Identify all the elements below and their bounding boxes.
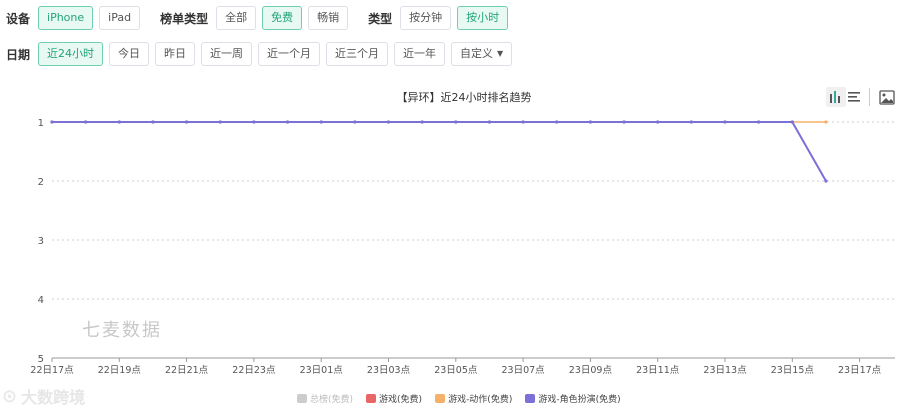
- x-tick-label: 23日11点: [636, 365, 680, 376]
- legend-item-games[interactable]: 游戏(免费): [366, 392, 422, 405]
- legend-label-games: 游戏(免费): [379, 395, 423, 405]
- data-point[interactable]: [454, 120, 458, 124]
- chart-legend: 总榜(免费) 游戏(免费) 游戏-动作(免费) 游戏-角色扮演(免费): [297, 392, 634, 405]
- legend-label-overall: 总榜(免费): [310, 395, 354, 405]
- data-point[interactable]: [319, 120, 323, 124]
- x-tick-label: 23日03点: [367, 365, 411, 376]
- data-point[interactable]: [117, 120, 121, 124]
- x-tick-label: 23日05点: [434, 365, 478, 376]
- watermark: 七麦数据: [82, 320, 162, 341]
- data-point[interactable]: [824, 179, 828, 183]
- y-tick-label: 2: [38, 177, 44, 188]
- x-tick-label: 23日01点: [300, 365, 344, 376]
- data-point[interactable]: [420, 120, 424, 124]
- brand-text: 大数跨境: [21, 388, 86, 407]
- series-line-3: [52, 121, 827, 182]
- data-point[interactable]: [622, 120, 626, 124]
- y-tick-label: 5: [38, 354, 44, 365]
- y-tick-label: 1: [38, 118, 44, 129]
- data-point[interactable]: [521, 120, 525, 124]
- data-point[interactable]: [252, 120, 256, 124]
- data-point[interactable]: [218, 120, 222, 124]
- data-point[interactable]: [386, 120, 391, 124]
- x-tick-label: 22日19点: [98, 365, 142, 376]
- data-point[interactable]: [689, 120, 693, 124]
- data-point[interactable]: [487, 120, 492, 124]
- legend-label-games-rpg: 游戏-角色扮演(免费): [538, 395, 621, 405]
- data-point[interactable]: [84, 120, 88, 124]
- data-point[interactable]: [50, 120, 54, 124]
- legend-swatch-overall: [297, 394, 307, 403]
- legend-swatch-games: [366, 394, 377, 403]
- brand-watermark: ⊙ 大数跨境: [2, 384, 85, 408]
- x-tick-label: 22日23点: [232, 365, 276, 376]
- legend-item-overall[interactable]: 总榜(免费): [297, 392, 353, 405]
- chart-title: 【异环】近24小时排名趋势: [397, 90, 532, 104]
- data-point[interactable]: [790, 120, 794, 124]
- data-point[interactable]: [588, 120, 593, 124]
- data-point[interactable]: [824, 120, 828, 124]
- data-point[interactable]: [185, 120, 189, 124]
- data-point[interactable]: [656, 120, 660, 124]
- legend-label-games-action: 游戏-动作(免费): [448, 395, 513, 405]
- y-tick-label: 4: [38, 295, 44, 306]
- x-tick-label: 23日15点: [771, 365, 815, 376]
- x-tick-label: 23日17点: [838, 365, 882, 376]
- data-point[interactable]: [151, 120, 155, 124]
- x-tick-label: 22日21点: [165, 365, 209, 376]
- legend-swatch-games-action: [435, 394, 446, 403]
- logo-icon: ⊙: [2, 385, 18, 407]
- data-point[interactable]: [555, 120, 559, 124]
- data-point[interactable]: [757, 120, 761, 124]
- y-tick-label: 3: [38, 236, 44, 247]
- x-tick-label: 23日07点: [502, 365, 546, 376]
- data-point[interactable]: [723, 120, 727, 124]
- data-point[interactable]: [285, 120, 290, 124]
- data-point[interactable]: [353, 120, 357, 124]
- x-tick-label: 22日17点: [30, 365, 74, 376]
- x-tick-label: 23日13点: [703, 365, 747, 376]
- legend-item-games-action[interactable]: 游戏-动作(免费): [435, 392, 512, 405]
- legend-swatch-games-rpg: [525, 394, 536, 403]
- rank-trend-chart: 【异环】近24小时排名趋势 1 2 3 4 5 22日17点 22日19点 22日21点 22…: [30, 90, 895, 376]
- legend-item-games-rpg[interactable]: 游戏-角色扮演(免费): [525, 392, 621, 405]
- x-tick-label: 23日09点: [569, 365, 613, 376]
